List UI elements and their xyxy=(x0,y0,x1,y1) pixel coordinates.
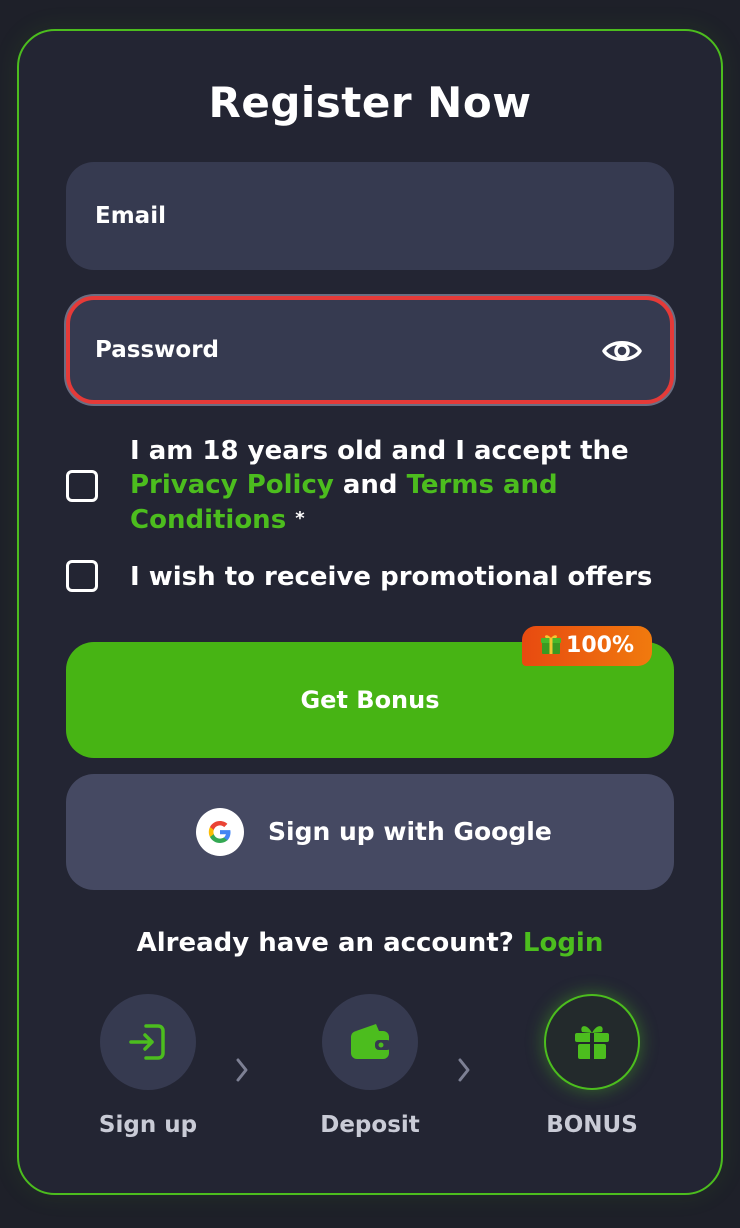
gift-icon xyxy=(541,635,562,654)
google-logo xyxy=(196,808,244,856)
login-link[interactable]: Login xyxy=(523,928,603,958)
gift-icon xyxy=(575,1026,609,1059)
password-label: Password xyxy=(95,337,219,363)
step-signup-label: Sign up xyxy=(98,1112,198,1138)
login-prompt: Already have an account? Login xyxy=(136,928,604,958)
sign-in-icon xyxy=(129,1024,165,1060)
step-bonus-label: BONUS xyxy=(546,1112,638,1138)
step-deposit xyxy=(322,994,418,1090)
badge-text: 100% xyxy=(566,633,634,658)
step-bonus xyxy=(544,994,640,1090)
page-title: Register Now xyxy=(208,78,532,127)
google-icon xyxy=(208,821,231,843)
google-signup-button[interactable]: Sign up with Google xyxy=(66,774,674,890)
required-marker: * xyxy=(295,508,305,529)
promo-label: I wish to receive promotional offers xyxy=(130,562,653,592)
terms-checkbox[interactable] xyxy=(66,470,98,502)
password-field[interactable]: Password xyxy=(66,296,674,404)
terms-text: I am 18 years old and I accept the Priva… xyxy=(130,436,629,535)
privacy-policy-link[interactable]: Privacy Policy xyxy=(130,470,334,500)
wallet-icon xyxy=(351,1024,391,1059)
step-deposit-label: Deposit xyxy=(320,1112,420,1138)
chevron-right-icon xyxy=(236,1058,248,1082)
terms-link[interactable]: Terms and xyxy=(407,470,558,500)
step-signup xyxy=(100,994,196,1090)
email-label: Email xyxy=(95,203,166,229)
conditions-link[interactable]: Conditions xyxy=(130,505,286,535)
bonus-badge: 100% xyxy=(522,626,652,666)
eye-icon[interactable] xyxy=(602,331,642,371)
promo-checkbox[interactable] xyxy=(66,560,98,592)
chevron-right-icon xyxy=(458,1058,470,1082)
google-signup-label: Sign up with Google xyxy=(268,817,552,846)
email-field[interactable]: Email xyxy=(66,162,674,270)
